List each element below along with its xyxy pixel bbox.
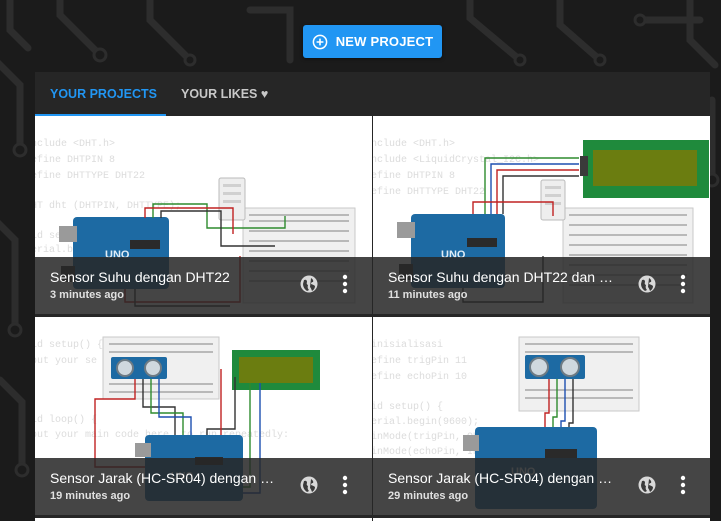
globe-icon[interactable] [299,475,319,495]
code-line: id loop() { [35,414,97,426]
code-line: put your se [35,356,97,367]
project-timestamp: 3 minutes ago [50,289,124,301]
globe-icon[interactable] [299,274,319,294]
tab-bar: YOUR PROJECTS YOUR LIKES ♥ [35,72,710,116]
project-title[interactable]: Sensor Jarak (HC-SR04) dengan Serial Mon… [388,470,616,486]
more-vert-icon[interactable] [673,270,693,298]
code-line: nclude <DHT.h> [373,138,455,150]
card-info-bar: Sensor Suhu dengan DHT22 dan LCD 11 minu… [373,257,710,314]
projects-panel: YOUR PROJECTS YOUR LIKES ♥ nclude <DHT.h… [35,72,710,521]
tab-your-likes[interactable]: YOUR LIKES ♥ [181,72,268,116]
code-line: id setup() { [373,401,443,413]
code-line: efine DHTPIN 8 [373,170,455,182]
new-project-button[interactable]: NEW PROJECT [303,25,442,58]
code-line: id setup() { [35,339,103,351]
project-timestamp: 11 minutes ago [388,289,468,301]
code-line: inisialisasi [373,339,443,351]
card-info-bar: Sensor Jarak (HC-SR04) dengan Serial Mon… [373,458,710,515]
card-info-bar: Sensor Suhu dengan DHT22 3 minutes ago [35,257,372,314]
code-line: efine trigPin 11 [373,355,467,367]
code-line: erial.begin(9600); [373,416,479,428]
code-line: erial.b [35,244,73,256]
code-line: id se [35,230,61,242]
new-project-label: NEW PROJECT [335,34,434,49]
project-timestamp: 29 minutes ago [388,490,469,502]
card-info-bar: Sensor Jarak (HC-SR04) dengan LCD 19 min… [35,458,372,515]
plus-circle-icon [312,34,328,49]
globe-icon[interactable] [637,274,657,294]
project-title[interactable]: Sensor Suhu dengan DHT22 dan LCD [388,269,616,285]
code-line: nclude <DHT.h> [35,138,115,150]
project-card[interactable]: inisialisasi efine trigPin 11 efine echo… [373,317,710,515]
more-vert-icon[interactable] [335,471,355,499]
project-card[interactable]: id setup() { put your se id loop() { put… [35,317,372,515]
code-line: efine echoPin 10 [373,371,467,383]
globe-icon[interactable] [637,475,657,495]
code-line: HT dht (DHTPIN, DHTTYPE); [35,200,181,212]
more-vert-icon[interactable] [673,471,693,499]
project-title[interactable]: Sensor Suhu dengan DHT22 [50,269,278,285]
tab-your-projects[interactable]: YOUR PROJECTS [50,72,157,116]
code-line: efine DHTTYPE DHT22 [373,186,485,198]
project-timestamp: 19 minutes ago [50,490,131,502]
project-title[interactable]: Sensor Jarak (HC-SR04) dengan LCD [50,470,278,486]
project-card[interactable]: nclude <DHT.h> nclude <LiquidCrystal_I2C… [373,116,710,314]
more-vert-icon[interactable] [335,270,355,298]
code-line: efine DHTTYPE DHT22 [35,170,145,182]
project-card[interactable]: nclude <DHT.h> efine DHTPIN 8 efine DHTT… [35,116,372,314]
code-line: efine DHTPIN 8 [35,154,115,166]
